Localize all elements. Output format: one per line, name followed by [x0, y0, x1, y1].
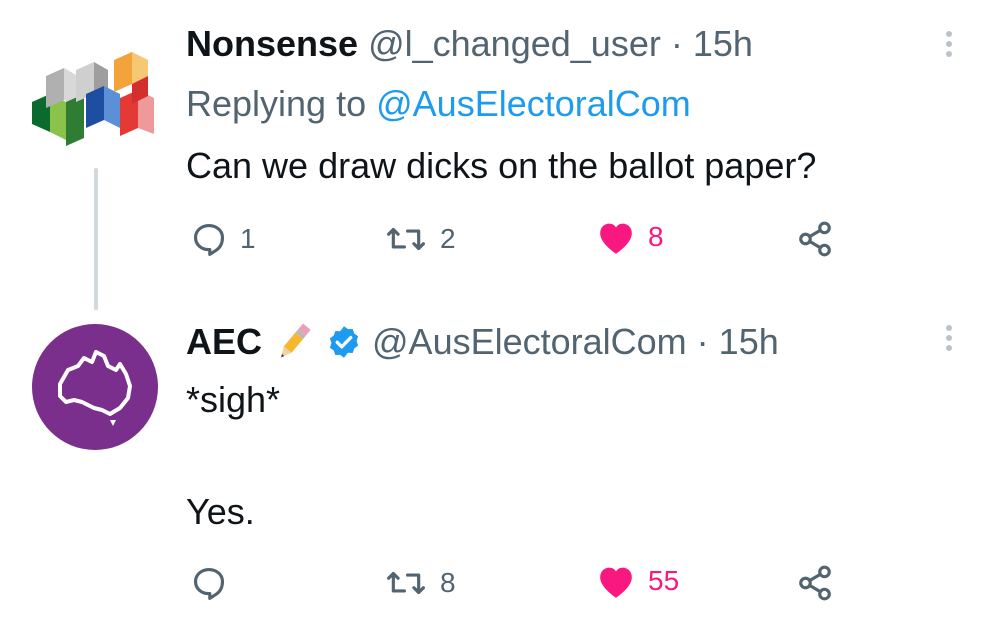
tweet2-like-count: 55 [648, 565, 680, 596]
replying-to-label: Replying to [186, 83, 367, 124]
tweet1-share-button[interactable] [796, 220, 834, 258]
aec-logo-icon [32, 324, 158, 450]
tweet2-author-handle[interactable]: @AusElectoralCom [372, 320, 687, 364]
tweet2-dot-separator: · [696, 321, 709, 362]
share-icon [799, 565, 831, 601]
avatar-nonsense[interactable] [28, 42, 168, 152]
nonsense-logo-icon [32, 52, 154, 146]
replying-to-handle[interactable]: @AusElectoralCom [376, 83, 691, 124]
avatar-aec[interactable] [30, 322, 160, 452]
retweet-icon [387, 571, 425, 595]
tweet2-timestamp[interactable]: 15h [719, 320, 779, 364]
tweet1-like-button[interactable]: 8 [596, 218, 664, 256]
reply-icon [193, 223, 225, 256]
tweet2-text-line2: Yes. [186, 491, 255, 532]
tweet1-retweet-count: 2 [440, 223, 456, 254]
tweet2-like-button[interactable]: 55 [596, 562, 679, 600]
share-icon [799, 221, 831, 257]
verified-badge-icon [329, 326, 359, 358]
tweet1-dot-separator: · [670, 23, 683, 64]
tweet2-header: AEC @AusElectoralCom · 15h [186, 320, 779, 364]
heart-icon [600, 567, 632, 598]
tweet1-author-handle[interactable]: @l_changed_user [368, 23, 661, 64]
thread-connector-line [94, 168, 98, 310]
tweet2-retweet-button[interactable]: 8 [384, 564, 456, 602]
tweet2-reply-button[interactable] [190, 564, 240, 602]
retweet-icon [387, 227, 425, 251]
pencil-emoji-icon [281, 323, 311, 358]
tweet1-timestamp[interactable]: 15h [693, 23, 753, 64]
tweet1-replying-to: Replying to @AusElectoralCom [186, 82, 691, 126]
tweet1-reply-count: 1 [240, 223, 256, 254]
tweet1-header: Nonsense @l_changed_user · 15h [186, 22, 753, 66]
heart-icon [600, 223, 632, 254]
tweet2-text-line1: *sigh* [186, 379, 281, 420]
tweet2-share-button[interactable] [796, 564, 834, 602]
tweet1-reply-button[interactable]: 1 [190, 220, 256, 258]
tweet1-more-icon[interactable] [944, 28, 954, 64]
tweet1-author-name[interactable]: Nonsense [186, 23, 358, 64]
tweet1-like-count: 8 [648, 221, 664, 252]
tweet2-more-icon[interactable] [944, 322, 954, 358]
tweet1-text: Can we draw dicks on the ballot paper? [186, 145, 817, 186]
reply-icon [193, 567, 225, 600]
tweet1-retweet-button[interactable]: 2 [384, 220, 456, 258]
tweet2-retweet-count: 8 [440, 567, 456, 598]
tweet2-author-name[interactable]: AEC [186, 320, 262, 364]
